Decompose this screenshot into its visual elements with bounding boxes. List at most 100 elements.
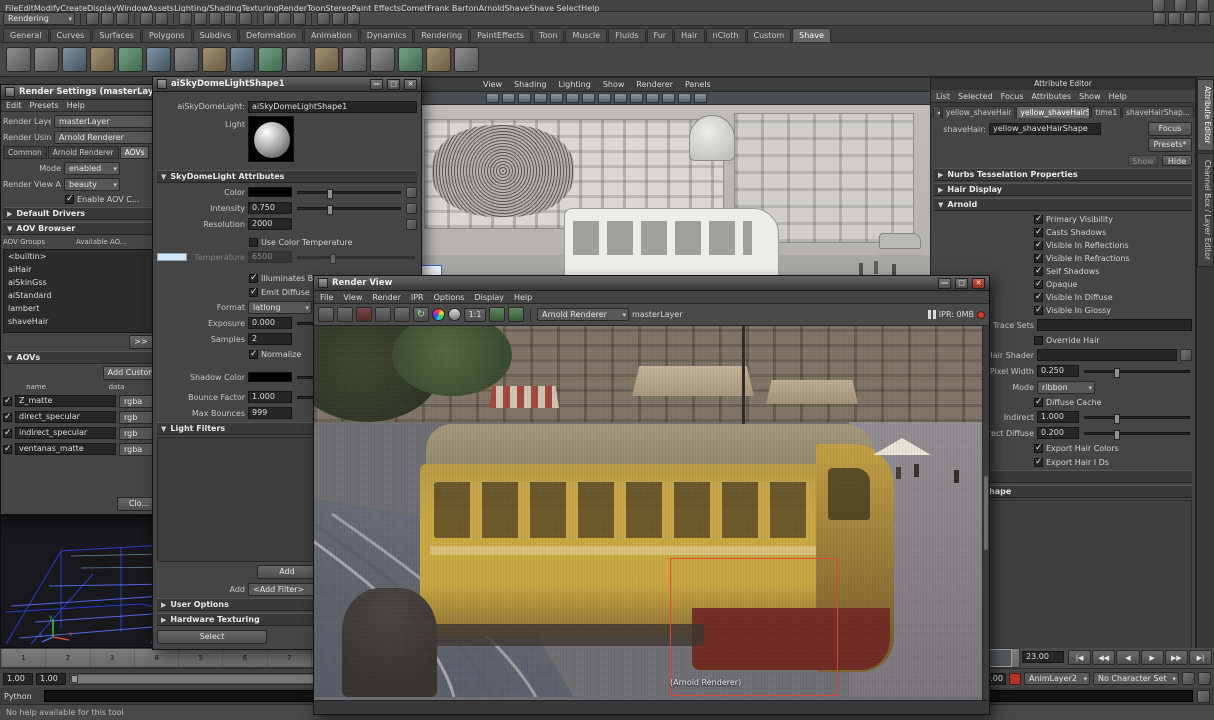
- attribute-editor-menu-item[interactable]: List: [936, 92, 950, 101]
- shelf-tab[interactable]: General: [3, 28, 49, 42]
- animation-start-field[interactable]: 1.00: [3, 673, 33, 685]
- exposure-field[interactable]: 0.000: [248, 317, 292, 329]
- viewport-tool-icon[interactable]: [550, 93, 563, 103]
- checkbox[interactable]: [1034, 267, 1043, 276]
- indirect-field[interactable]: 1.000: [1037, 411, 1079, 423]
- ipr-active-indicator[interactable]: [977, 311, 985, 319]
- shelf-tool-icon[interactable]: [426, 47, 451, 72]
- minimize-button[interactable]: —: [370, 79, 383, 90]
- shelf-tab[interactable]: Animation: [304, 28, 359, 42]
- show-button[interactable]: Show: [1128, 155, 1158, 166]
- input-connections-icon[interactable]: [263, 12, 276, 25]
- sidebar-attribute-editor-icon[interactable]: [1153, 12, 1166, 25]
- add-filter-button[interactable]: Add: [257, 565, 317, 579]
- shelf-tool-icon[interactable]: [370, 47, 395, 72]
- viewport-tool-icon[interactable]: [534, 93, 547, 103]
- checkbox[interactable]: [1034, 241, 1043, 250]
- attribute-editor-menu-item[interactable]: Selected: [958, 92, 993, 101]
- playback-button[interactable]: ◀◀: [1092, 650, 1115, 665]
- visibility-checkbox-row[interactable]: Primary Visibility: [934, 213, 1192, 225]
- color-slider[interactable]: [297, 191, 401, 194]
- hair-shader-field[interactable]: [1037, 349, 1177, 361]
- shelf-tool-icon[interactable]: [90, 47, 115, 72]
- focus-button[interactable]: Focus: [1148, 122, 1192, 136]
- viewport-tool-icon[interactable]: [662, 93, 675, 103]
- viewport-menu-item[interactable]: Lighting: [558, 80, 590, 89]
- snap-to-surface-icon[interactable]: [239, 12, 252, 25]
- light-preview-swatch[interactable]: [248, 116, 294, 162]
- save-scene-icon[interactable]: [116, 12, 129, 25]
- viewport-tool-icon[interactable]: [486, 93, 499, 103]
- shelf-tab[interactable]: Deformation: [239, 28, 303, 42]
- new-scene-icon[interactable]: [86, 12, 99, 25]
- aov-enabled-checkbox[interactable]: [3, 445, 12, 454]
- snap-to-curve-icon[interactable]: [194, 12, 207, 25]
- render-settings-tab[interactable]: AOVs: [120, 146, 150, 159]
- playback-button[interactable]: ▶: [1141, 650, 1164, 665]
- frame-tick[interactable]: 1: [1, 649, 45, 667]
- aov-name-field[interactable]: ventanas_matte: [15, 443, 116, 455]
- shelf-tab[interactable]: Dynamics: [360, 28, 413, 42]
- format-dropdown[interactable]: latlong: [248, 301, 312, 314]
- section-nurbs-tesselation[interactable]: ▶Nurbs Tesselation Properties: [934, 168, 1192, 181]
- vertical-scrollbar[interactable]: [982, 326, 989, 700]
- aov-groups-list[interactable]: <builtin>aiHairaiSkinGssaiStandardlamber…: [3, 249, 161, 333]
- playback-button[interactable]: ◀: [1116, 650, 1139, 665]
- shelf-tool-icon[interactable]: [146, 47, 171, 72]
- move-right-button[interactable]: >>: [129, 335, 153, 349]
- render-layer-dropdown[interactable]: masterLayer: [54, 115, 161, 128]
- shelf-tool-icon[interactable]: [314, 47, 339, 72]
- checkbox[interactable]: [1034, 458, 1043, 467]
- frame-tick[interactable]: 2: [45, 649, 89, 667]
- render-settings-icon[interactable]: [347, 12, 360, 25]
- attribute-editor-tab[interactable]: yellow_shaveHairShape: [1016, 106, 1090, 118]
- snap-to-point-icon[interactable]: [209, 12, 222, 25]
- bounce-factor-field[interactable]: 1.000: [248, 391, 292, 403]
- attribute-editor-menu-item[interactable]: Focus: [1001, 92, 1024, 101]
- shelf-tab[interactable]: Fur: [647, 28, 674, 42]
- viewport-tool-icon[interactable]: [646, 93, 659, 103]
- viewport-tool-icon[interactable]: [678, 93, 691, 103]
- aov-enabled-checkbox[interactable]: [3, 429, 12, 438]
- aov-row[interactable]: Z_matte rgba: [3, 394, 161, 408]
- character-set-dropdown[interactable]: No Character Set: [1093, 672, 1179, 685]
- render-view-menu-item[interactable]: Display: [474, 293, 504, 302]
- checkbox[interactable]: [1034, 444, 1043, 453]
- shelf-tool-icon[interactable]: [286, 47, 311, 72]
- render-view-menu-item[interactable]: IPR: [411, 293, 424, 302]
- section-hair-display[interactable]: ▶Hair Display: [934, 183, 1192, 196]
- maximize-button[interactable]: □: [955, 278, 968, 289]
- attribute-editor-tab[interactable]: shaveHairShap...: [1122, 106, 1194, 118]
- render-settings-menu-item[interactable]: Presets: [30, 101, 59, 110]
- aov-name-field[interactable]: indirect_specular: [15, 427, 116, 439]
- construction-history-icon[interactable]: [293, 12, 306, 25]
- checkbox[interactable]: [1034, 215, 1043, 224]
- render-view-menu-item[interactable]: View: [343, 293, 362, 302]
- current-frame-field[interactable]: 23.00: [1022, 651, 1064, 663]
- use-color-temperature-row[interactable]: Use Color Temperature: [249, 236, 417, 248]
- undo-icon[interactable]: [140, 12, 153, 25]
- attribute-editor-menu-item[interactable]: Attributes: [1032, 92, 1072, 101]
- color-swatch[interactable]: [248, 187, 292, 197]
- node-name-field[interactable]: aiSkyDomeLightShape1: [248, 101, 417, 113]
- tab-scroll-left[interactable]: ◀: [933, 106, 941, 118]
- viewport-tool-icon[interactable]: [694, 93, 707, 103]
- node-name-field[interactable]: yellow_shaveHairShape: [989, 123, 1101, 135]
- redo-render-icon[interactable]: [337, 307, 353, 322]
- render-view-menu-item[interactable]: File: [320, 293, 333, 302]
- indirect-slider[interactable]: [1084, 416, 1190, 419]
- shelf-tab[interactable]: Muscle: [565, 28, 607, 42]
- render-view-menu-item[interactable]: Options: [434, 293, 465, 302]
- texture-map-icon[interactable]: [406, 187, 417, 198]
- shelf-tool-icon[interactable]: [454, 47, 479, 72]
- section-aovs[interactable]: ▼AOVs: [3, 351, 161, 364]
- shelf-tab[interactable]: PaintEffects: [470, 28, 531, 42]
- shelf-tab[interactable]: Rendering: [414, 28, 469, 42]
- intensity-slider[interactable]: [297, 207, 401, 210]
- sidebar-tab-channel-box[interactable]: Channel Box / Layer Editor: [1197, 153, 1214, 267]
- presets-button[interactable]: Presets*: [1148, 138, 1192, 152]
- shelf-tool-icon[interactable]: [258, 47, 283, 72]
- render-settings-tab[interactable]: Common: [3, 146, 47, 159]
- section-arnold[interactable]: ▼Arnold: [934, 198, 1192, 211]
- attribute-editor-tab[interactable]: yellow_shaveHair: [942, 106, 1015, 118]
